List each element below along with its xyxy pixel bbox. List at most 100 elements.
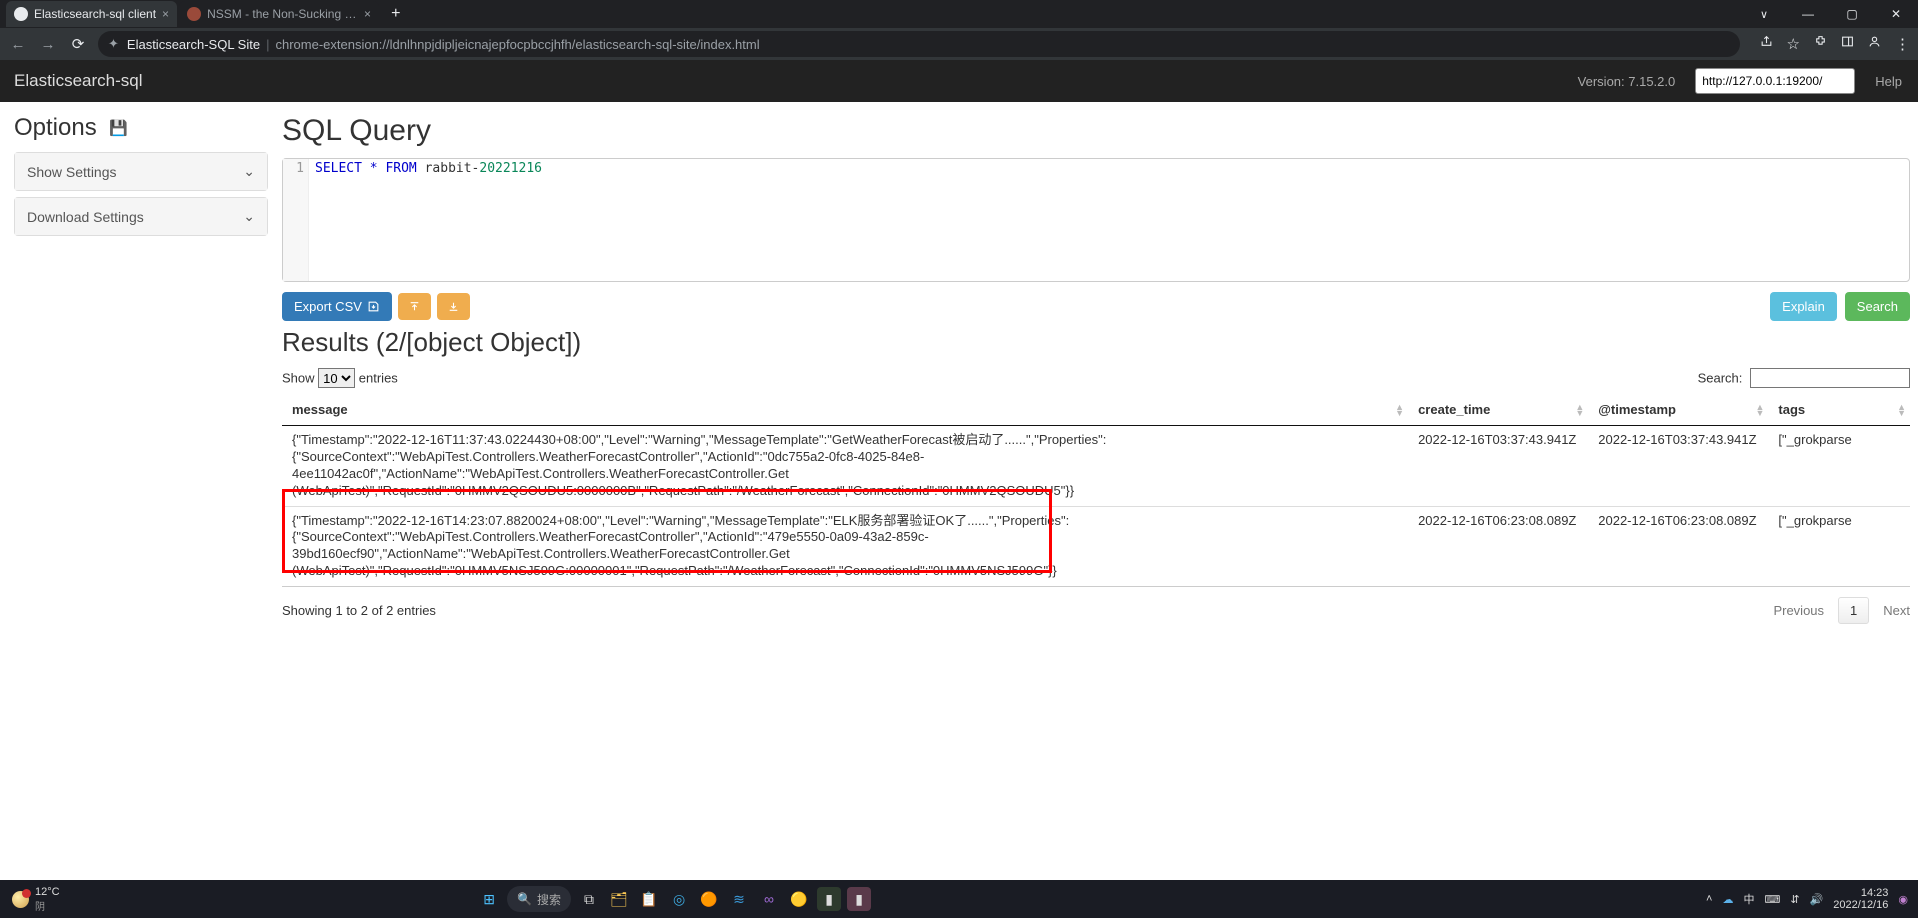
vscode-icon[interactable]: ≋ <box>727 887 751 911</box>
explorer-icon[interactable]: 🗂 <box>607 887 631 911</box>
save-icon[interactable]: 💾 <box>109 120 128 137</box>
chrome-icon[interactable]: 🟡 <box>787 887 811 911</box>
results-table: message▲▼ create_time▲▼ @timestamp▲▼ tag… <box>282 394 1910 586</box>
datatable-top: Show 10 entries Search: <box>282 368 1910 388</box>
extensions-icon[interactable] <box>1814 35 1827 53</box>
panel-title: Show Settings <box>27 164 117 180</box>
table-row: {"Timestamp":"2022-12-16T14:23:07.882002… <box>282 506 1910 586</box>
bookmark-icon[interactable]: ☆ <box>1787 35 1800 53</box>
button-row: Export CSV Explain Search <box>282 292 1910 321</box>
length-control: Show 10 entries <box>282 368 398 388</box>
close-window-button[interactable]: ✕ <box>1874 0 1918 29</box>
sql-code: SELECT * FROM rabbit-20221216 <box>283 159 1909 176</box>
app-icon[interactable]: ▮ <box>847 887 871 911</box>
app-icon[interactable]: 📋 <box>637 887 661 911</box>
sort-icon: ▲▼ <box>1897 404 1906 416</box>
table-wrap[interactable]: message▲▼ create_time▲▼ @timestamp▲▼ tag… <box>282 394 1910 587</box>
tray-chevron-icon[interactable]: ˄ <box>1706 893 1712 905</box>
sidepanel-icon[interactable] <box>1841 35 1854 53</box>
start-button[interactable]: ⊞ <box>477 887 501 911</box>
search-input[interactable] <box>1750 368 1910 388</box>
weather-widget[interactable]: 12°C 阴 <box>0 886 60 913</box>
tab-close-icon[interactable]: × <box>364 7 371 21</box>
tab-strip: Elasticsearch-sql client × NSSM - the No… <box>0 0 1918 28</box>
share-icon[interactable] <box>1760 35 1773 53</box>
cell-tags: ["_grokparse <box>1768 506 1910 586</box>
task-view-icon[interactable]: ⧉ <box>577 887 601 911</box>
ime-mode-icon[interactable]: ⌨ <box>1764 893 1780 906</box>
taskbar: 12°C 阴 ⊞ 🔍 搜索 ⧉ 🗂 📋 ◎ 🟠 ≋ ∞ 🟡 ▮ ▮ ˄ ☁ 中 … <box>0 880 1918 918</box>
panel-title: Download Settings <box>27 209 144 225</box>
tabs-dropdown-icon[interactable] <box>1742 0 1786 29</box>
collapse-button[interactable] <box>398 293 431 320</box>
col-create-time[interactable]: create_time▲▼ <box>1408 394 1588 426</box>
table-info: Showing 1 to 2 of 2 entries <box>282 603 436 618</box>
search-label: Search: <box>1698 371 1743 386</box>
volume-icon[interactable]: 🔊 <box>1810 893 1824 906</box>
cell-message: {"Timestamp":"2022-12-16T11:37:43.022443… <box>282 426 1408 507</box>
menu-icon[interactable]: ⋮ <box>1895 35 1910 53</box>
pagination: Previous 1 Next <box>1773 597 1910 624</box>
col-timestamp[interactable]: @timestamp▲▼ <box>1588 394 1768 426</box>
expand-button[interactable] <box>437 293 470 320</box>
chevron-down-icon: ⌄ <box>243 163 255 180</box>
search-button[interactable]: Search <box>1845 292 1910 321</box>
edge-icon[interactable]: ◎ <box>667 887 691 911</box>
clock[interactable]: 14:23 2022/12/16 <box>1833 887 1888 911</box>
browser-chrome: Elasticsearch-sql client × NSSM - the No… <box>0 0 1918 60</box>
url-box[interactable]: ✦ Elasticsearch-SQL Site | chrome-extens… <box>98 31 1740 57</box>
sort-icon: ▲▼ <box>1575 404 1584 416</box>
sort-icon: ▲▼ <box>1756 404 1765 416</box>
visual-studio-icon[interactable]: ∞ <box>757 887 781 911</box>
maximize-button[interactable]: ▢ <box>1830 0 1874 29</box>
col-message[interactable]: message▲▼ <box>282 394 1408 426</box>
terminal-icon[interactable]: ▮ <box>817 887 841 911</box>
results-heading: Results (2/[object Object]) <box>282 327 1910 358</box>
cell-message: {"Timestamp":"2022-12-16T14:23:07.882002… <box>282 506 1408 586</box>
explain-button[interactable]: Explain <box>1770 292 1837 321</box>
favicon-icon <box>14 7 28 21</box>
notifications-icon[interactable]: ◉ <box>1898 893 1908 906</box>
minimize-button[interactable]: — <box>1786 0 1830 29</box>
export-csv-button[interactable]: Export CSV <box>282 292 392 321</box>
tab-title: NSSM - the Non-Sucking Serv <box>207 7 358 21</box>
next-button[interactable]: Next <box>1883 603 1910 618</box>
help-link[interactable]: Help <box>1875 74 1902 89</box>
taskbar-search[interactable]: 🔍 搜索 <box>507 886 571 912</box>
app-icon[interactable]: 🟠 <box>697 887 721 911</box>
options-heading: Options 💾 <box>14 114 268 142</box>
weather-icon <box>12 891 29 908</box>
url-rest: chrome-extension://ldnlhnpjdipljeicnajep… <box>275 37 759 52</box>
extension-icon: ✦ <box>108 36 119 52</box>
reload-button[interactable]: ⟳ <box>68 35 88 53</box>
temperature: 12°C <box>35 886 60 898</box>
back-button[interactable]: ← <box>8 36 28 53</box>
cell-tags: ["_grokparse <box>1768 426 1910 507</box>
onedrive-icon[interactable]: ☁ <box>1722 893 1733 906</box>
url-site: Elasticsearch-SQL Site <box>127 37 260 52</box>
length-select[interactable]: 10 <box>318 368 355 388</box>
tab-inactive[interactable]: NSSM - the Non-Sucking Serv × <box>179 1 379 27</box>
previous-button[interactable]: Previous <box>1773 603 1824 618</box>
main-pane: SQL Query 1 SELECT * FROM rabbit-2022121… <box>282 102 1918 644</box>
tab-active[interactable]: Elasticsearch-sql client × <box>6 1 177 27</box>
profile-icon[interactable] <box>1868 35 1881 53</box>
panel-show-settings[interactable]: Show Settings ⌄ <box>14 152 268 191</box>
col-tags[interactable]: tags▲▼ <box>1768 394 1910 426</box>
line-gutter: 1 <box>283 159 309 281</box>
ime-indicator[interactable]: 中 <box>1743 891 1754 907</box>
sql-query-heading: SQL Query <box>282 114 1910 148</box>
tab-title: Elasticsearch-sql client <box>34 7 156 21</box>
app-header: Elasticsearch-sql Version: 7.15.2.0 Help <box>0 60 1918 102</box>
chevron-down-icon: ⌄ <box>243 208 255 225</box>
new-tab-button[interactable]: + <box>381 5 410 23</box>
filter-control: Search: <box>1698 368 1910 388</box>
tab-close-icon[interactable]: × <box>162 7 169 21</box>
cell-create-time: 2022-12-16T06:23:08.089Z <box>1408 506 1588 586</box>
page-1-button[interactable]: 1 <box>1838 597 1869 624</box>
es-url-input[interactable] <box>1695 68 1855 94</box>
wifi-icon[interactable]: ⇵ <box>1790 893 1799 906</box>
panel-download-settings[interactable]: Download Settings ⌄ <box>14 197 268 236</box>
forward-button[interactable]: → <box>38 36 58 53</box>
sql-editor[interactable]: 1 SELECT * FROM rabbit-20221216 <box>282 158 1910 282</box>
